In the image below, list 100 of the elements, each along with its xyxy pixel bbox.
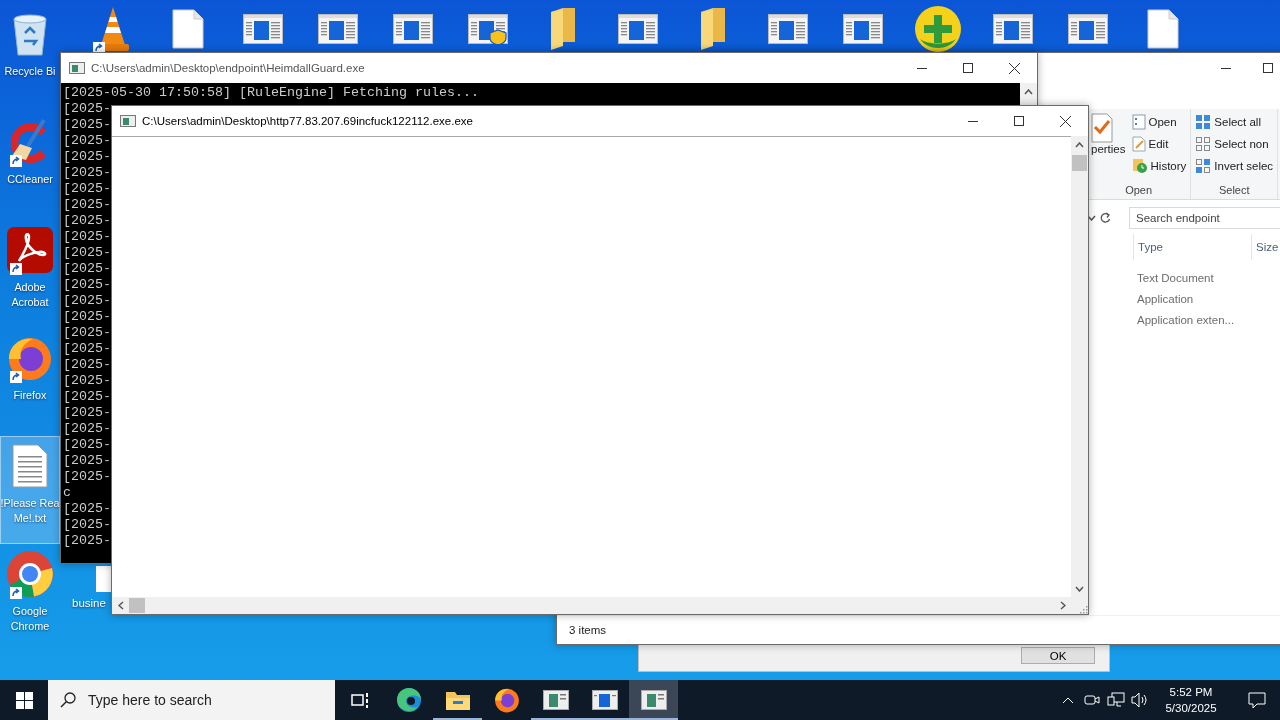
console-line: [2025- [63,229,111,245]
speaker-icon [1131,692,1149,708]
text-file-icon [12,444,48,488]
checklist-icon [1091,113,1113,143]
plus-circle-icon [913,5,962,53]
speech-bubble-icon [1248,691,1266,709]
console-line: [2025-05-30 17:50:58] [RuleEngine] Fetching rules... [63,85,479,101]
ok-button[interactable]: OK [1021,647,1095,664]
console-line: [2025- [63,261,111,277]
window-icon [617,14,658,44]
console-line: [2025- [63,293,111,309]
console-line: [2025- [63,213,111,229]
recycle-bin-icon [10,11,50,57]
edge-icon [395,687,422,713]
ribbon-group-label: Select [1217,184,1251,198]
column-header[interactable]: Size [1251,234,1280,260]
clock[interactable]: 5:52 PM 5/30/2025 [1152,680,1230,720]
camera-icon [1084,693,1100,707]
maximize-icon [963,63,973,73]
console-line: [2025- [63,341,111,357]
maximize-icon [1014,116,1024,126]
window-title: C:\Users\admin\Desktop\http77.83.207.69incfuck122112.exe.exe [142,115,474,127]
window-shield-icon [467,14,508,44]
item-count: 3 items [569,624,607,636]
search-field[interactable]: Search endpoint [1129,207,1280,229]
console-line: [2025- [63,309,111,325]
console-line: [2025- [63,501,111,517]
console-line: [2025- [63,277,111,293]
window-icon [392,14,433,44]
caret-down-icon [1075,585,1084,592]
console-line: c [63,485,71,501]
refresh-icon [1100,212,1111,224]
properties-button[interactable]: perties [1091,113,1126,184]
ribbon-button[interactable]: Select non [1195,135,1274,153]
ribbon-button[interactable]: Edit [1131,135,1187,153]
pdf-icon [7,227,53,273]
console-line: [2025- [63,421,111,437]
console-line: [2025- [63,453,111,469]
windows-logo-icon [15,691,33,709]
desktop-icon-label: Google Chrome [10,604,50,634]
folder-icon [548,8,577,50]
window-icon [242,14,283,44]
ribbon-button[interactable]: Invert selec [1195,157,1274,175]
ribbon-button[interactable]: Select all [1195,113,1274,131]
desktop-icon-tile[interactable]: CCleaner [0,112,60,220]
window-icon [992,14,1033,44]
file-icon [1146,9,1179,49]
console-line: [2025- [63,517,111,533]
search-field[interactable]: Type here to search [86,691,335,709]
console-line: [2025- [63,245,111,261]
close-icon [1008,62,1020,74]
window-icon [842,14,883,44]
desktop-icon-tile[interactable]: Firefox [0,328,60,436]
console-line: [2025- [63,165,111,181]
network-icon [1107,692,1125,708]
caret-left-icon [117,601,124,610]
search-bar[interactable]: Type here to search [48,680,335,720]
console-line: [2025- [63,325,111,341]
console-line: [2025- [63,197,111,213]
console-line: [2025- [63,149,111,165]
console-line: [2025- [63,133,111,149]
caret-up-icon [1075,141,1084,148]
window-title: C:\Users\admin\Desktop\endpoint\HeimdallGuard.exe [91,62,366,74]
folder-icon [444,689,471,711]
console-line: [2025- [63,117,111,133]
taskbar-button[interactable] [629,680,678,720]
desktop-icon-tile[interactable]: Adobe Acrobat [0,220,60,328]
caret-right-icon [1059,601,1066,610]
window-icon [591,690,618,710]
ribbon-button[interactable]: Open [1131,113,1187,131]
caret-up-icon [1062,696,1074,704]
ribbon-button[interactable]: History [1131,157,1187,175]
desktop-icon-label: Adobe Acrobat [11,280,49,310]
edit-icon [1131,136,1146,152]
console-line: [2025- [63,469,111,485]
scrollbar-thumb[interactable] [129,598,145,613]
desktop-icon-label: Recycle Bi [4,64,56,79]
grip-icon [1079,605,1088,614]
file-icon [171,9,204,49]
minimize-icon [968,120,978,122]
table-cell-text: Text Document [1137,271,1215,286]
console-line: [2025- [63,101,111,117]
search-icon [60,692,76,708]
select-all-icon [1195,114,1212,130]
minimize-icon [917,67,927,69]
console-line: [2025- [63,405,111,421]
console-line: [2025- [63,181,111,197]
console-line: [2025- [63,437,111,453]
window-icon [69,62,85,74]
chrome-icon [6,550,54,598]
window-icon [767,14,808,44]
minimize-icon [1221,67,1231,69]
window-icon [1067,14,1108,44]
scrollbar-thumb[interactable] [1072,155,1087,171]
task-view-icon [349,691,370,709]
firefox-icon [7,335,53,381]
console-line: [2025- [63,533,111,549]
desktop-icon-tile[interactable]: Recycle Bi [0,4,60,112]
desktop-icon-label: busine [72,597,106,609]
invert-selection-icon [1195,158,1212,174]
